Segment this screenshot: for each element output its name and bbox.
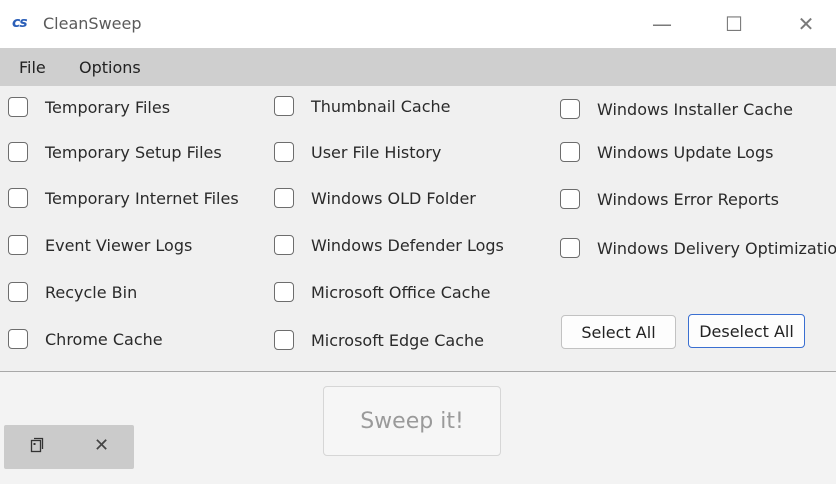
checkbox-label: Windows Delivery Optimization: [597, 238, 836, 258]
document-icon[interactable]: [30, 437, 44, 457]
checkbox-windows-error-reports[interactable]: Windows Error Reports: [560, 189, 779, 209]
checkbox-box[interactable]: [8, 235, 28, 255]
checkbox-box[interactable]: [8, 142, 28, 162]
window-title: CleanSweep: [43, 14, 142, 33]
checkbox-chrome-cache[interactable]: Chrome Cache: [8, 329, 163, 349]
checkbox-label: Windows Defender Logs: [311, 235, 504, 255]
select-all-button[interactable]: Select All: [561, 315, 676, 349]
menu-file[interactable]: File: [19, 58, 46, 77]
maximize-button[interactable]: ☐: [706, 0, 762, 48]
checkbox-box[interactable]: [274, 330, 294, 350]
checkbox-box[interactable]: [274, 235, 294, 255]
close-icon[interactable]: ✕: [94, 435, 109, 456]
checkbox-box[interactable]: [274, 282, 294, 302]
deselect-all-button[interactable]: Deselect All: [688, 314, 805, 348]
checkbox-label: Windows Installer Cache: [597, 99, 793, 119]
checkbox-windows-old-folder[interactable]: Windows OLD Folder: [274, 188, 476, 208]
checkbox-box[interactable]: [274, 96, 294, 116]
title-bar: cs CleanSweep — ☐ ✕: [0, 0, 836, 48]
checkbox-box[interactable]: [8, 97, 28, 117]
app-logo: cs: [12, 15, 28, 31]
checkbox-box[interactable]: [8, 329, 28, 349]
checkbox-temporary-files[interactable]: Temporary Files: [8, 97, 170, 117]
checkbox-windows-update-logs[interactable]: Windows Update Logs: [560, 142, 773, 162]
checkbox-label: Windows Error Reports: [597, 189, 779, 209]
checkbox-box[interactable]: [560, 142, 580, 162]
checkbox-microsoft-edge-cache[interactable]: Microsoft Edge Cache: [274, 330, 484, 350]
minimize-button[interactable]: —: [634, 0, 690, 48]
maximize-icon: ☐: [725, 12, 743, 36]
checkbox-label: Temporary Setup Files: [45, 142, 222, 162]
close-icon: ✕: [797, 12, 815, 36]
taskbar-chip: ✕: [4, 425, 134, 469]
checkbox-thumbnail-cache[interactable]: Thumbnail Cache: [274, 96, 450, 116]
checkbox-label: User File History: [311, 142, 442, 162]
checkbox-windows-defender-logs[interactable]: Windows Defender Logs: [274, 235, 504, 255]
checkbox-recycle-bin[interactable]: Recycle Bin: [8, 282, 137, 302]
menu-options[interactable]: Options: [79, 58, 141, 77]
checkbox-label: Windows Update Logs: [597, 142, 774, 162]
checkbox-box[interactable]: [560, 238, 580, 258]
checkbox-event-viewer-logs[interactable]: Event Viewer Logs: [8, 235, 192, 255]
minimize-icon: —: [652, 12, 672, 36]
checkbox-label: Temporary Files: [45, 97, 171, 117]
sweep-label: Sweep it!: [360, 408, 464, 434]
checkbox-box[interactable]: [8, 188, 28, 208]
checkbox-temporary-setup-files[interactable]: Temporary Setup Files: [8, 142, 222, 162]
checkbox-label: Recycle Bin: [45, 282, 138, 302]
checkbox-label: Chrome Cache: [45, 329, 163, 349]
checkbox-box[interactable]: [560, 189, 580, 209]
sweep-button[interactable]: Sweep it!: [323, 386, 501, 456]
checkbox-label: Windows OLD Folder: [311, 188, 476, 208]
checkbox-windows-installer-cache[interactable]: Windows Installer Cache: [560, 99, 793, 119]
checkbox-box[interactable]: [560, 99, 580, 119]
checkbox-temporary-internet-files[interactable]: Temporary Internet Files: [8, 188, 239, 208]
checkbox-label: Temporary Internet Files: [45, 188, 239, 208]
checkbox-windows-delivery-optimization[interactable]: Windows Delivery Optimization: [560, 238, 836, 258]
checkbox-label: Microsoft Office Cache: [311, 282, 491, 302]
checkbox-box[interactable]: [274, 188, 294, 208]
checkbox-box[interactable]: [274, 142, 294, 162]
checkbox-label: Microsoft Edge Cache: [311, 330, 485, 350]
checkbox-label: Event Viewer Logs: [45, 235, 193, 255]
checkbox-label: Thumbnail Cache: [311, 96, 451, 116]
checkbox-user-file-history[interactable]: User File History: [274, 142, 441, 162]
checkbox-microsoft-office-cache[interactable]: Microsoft Office Cache: [274, 282, 490, 302]
checkbox-box[interactable]: [8, 282, 28, 302]
close-button[interactable]: ✕: [778, 0, 834, 48]
menu-bar: File Options: [0, 48, 836, 86]
